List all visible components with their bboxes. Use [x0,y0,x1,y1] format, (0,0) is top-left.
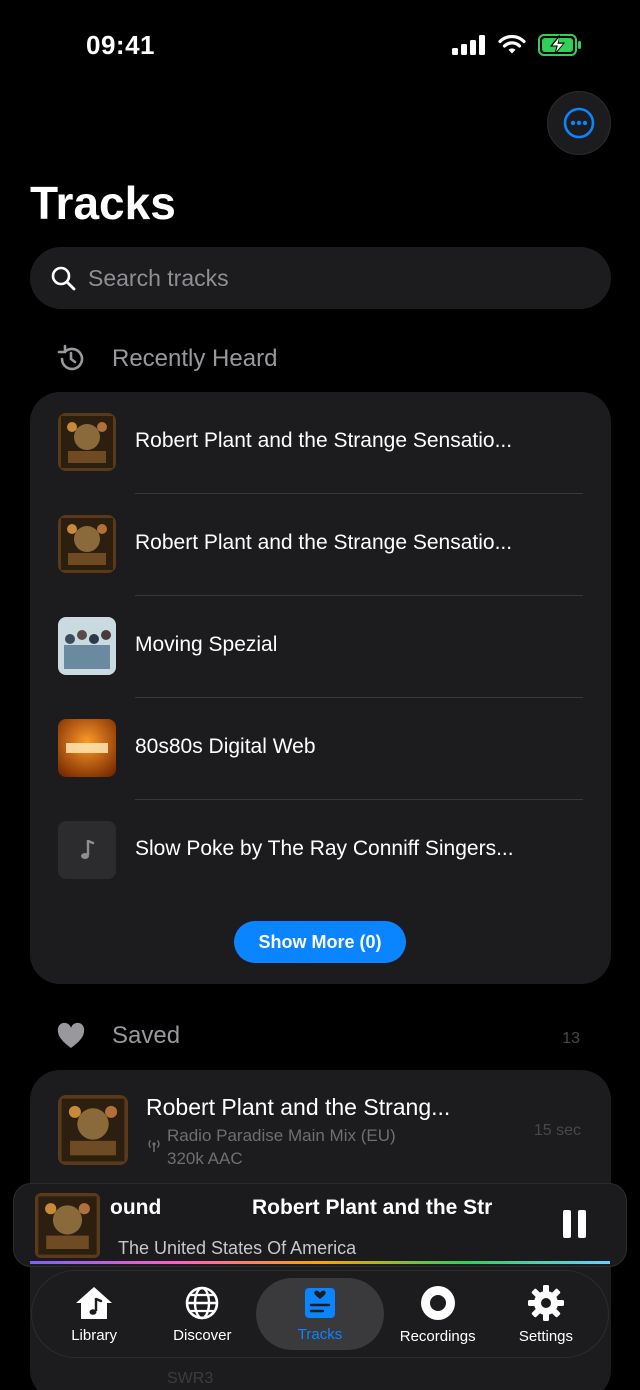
music-note-icon [58,821,116,879]
track-title: 80s80s Digital Web [135,735,316,758]
search-icon [51,266,76,291]
list-item[interactable]: 80s80s Digital Web [30,698,611,800]
show-more-button[interactable]: Show More (0) [234,921,406,963]
station-name: SWR3 [167,1370,214,1387]
status-bar: 09:41 [0,0,640,96]
track-title: Slow Poke by The Ray Conniff Singers... [135,837,514,860]
search-input[interactable] [88,264,568,292]
now-playing-art [35,1193,100,1258]
tab-label: Library [71,1326,118,1344]
track-title: Robert Plant and the Strang... [146,1094,451,1120]
led-zeppelin-art [58,1095,128,1165]
cellular-signal-icon [452,35,485,55]
now-playing-title: Robert Plant and the Str [252,1196,493,1219]
tab-discover[interactable]: Discover [148,1278,256,1350]
list-item[interactable]: Robert Plant and the Strange Sensatio... [30,494,611,596]
duration: 15 sec [533,1122,581,1139]
list-item[interactable]: Moving Spezial [30,596,611,698]
station-name: Radio Paradise Main Mix (EU) [167,1126,396,1145]
tab-tracks[interactable]: Tracks [256,1278,384,1350]
list-item[interactable]: Robert Plant and the Strang... Radio Par… [30,1070,611,1190]
list-item[interactable]: Slow Poke by The Ray Conniff Singers... [30,800,611,902]
now-playing-marquee-left: ound [110,1196,162,1219]
globe-icon [186,1286,219,1319]
saved-count: 13 [562,1030,580,1047]
tab-recordings[interactable]: Recordings [384,1278,492,1350]
now-playing-country: The United States Of America [118,1238,357,1258]
recently-heard-header: Recently Heard [56,344,277,374]
gear-icon [527,1284,564,1321]
track-title: Robert Plant and the Strange Sensatio... [135,531,513,554]
saved-header: Saved [56,1022,180,1050]
tab-label: Discover [173,1326,232,1344]
recently-heard-label: Recently Heard [112,345,278,372]
led-zeppelin-art [58,413,116,471]
tracks-list-icon [305,1287,336,1318]
tab-settings[interactable]: Settings [492,1278,600,1350]
heart-icon [57,1022,85,1048]
led-zeppelin-art [58,515,116,573]
tab-label: Tracks [297,1325,343,1343]
classics-art [58,719,116,777]
track-title: Robert Plant and the Strange Sensatio... [135,429,513,452]
tab-bar: Library Discover Tracks Recordings Setti… [31,1270,609,1358]
tab-label: Settings [518,1327,574,1345]
recently-heard-card: Robert Plant and the Strange Sensatio...… [30,392,611,984]
status-time: 09:41 [86,30,155,60]
pause-button[interactable] [554,1210,594,1242]
list-item[interactable]: Robert Plant and the Strange Sensatio... [30,392,611,494]
pause-icon [577,1210,586,1238]
playback-progress [30,1261,610,1264]
mini-player[interactable]: ound Robert Plant and the Str The United… [13,1183,627,1267]
page-title: Tracks [30,177,176,229]
tab-library[interactable]: Library [40,1278,148,1350]
ellipsis-circle-icon [563,107,595,139]
pause-icon [562,1210,571,1238]
bitrate: 320k AAC [167,1149,243,1168]
battery-charging-icon [538,34,581,56]
status-icons [452,34,582,56]
history-icon [57,344,84,371]
track-title: Moving Spezial [135,633,278,656]
wifi-icon [498,35,526,54]
saved-label: Saved [112,1022,181,1049]
record-icon [420,1285,455,1320]
group-photo-art [58,617,116,675]
more-options-button[interactable] [547,91,611,155]
search-bar[interactable] [30,247,611,309]
radio-antenna-icon [148,1140,160,1152]
tab-label: Recordings [399,1327,476,1345]
house-music-icon [76,1286,113,1319]
